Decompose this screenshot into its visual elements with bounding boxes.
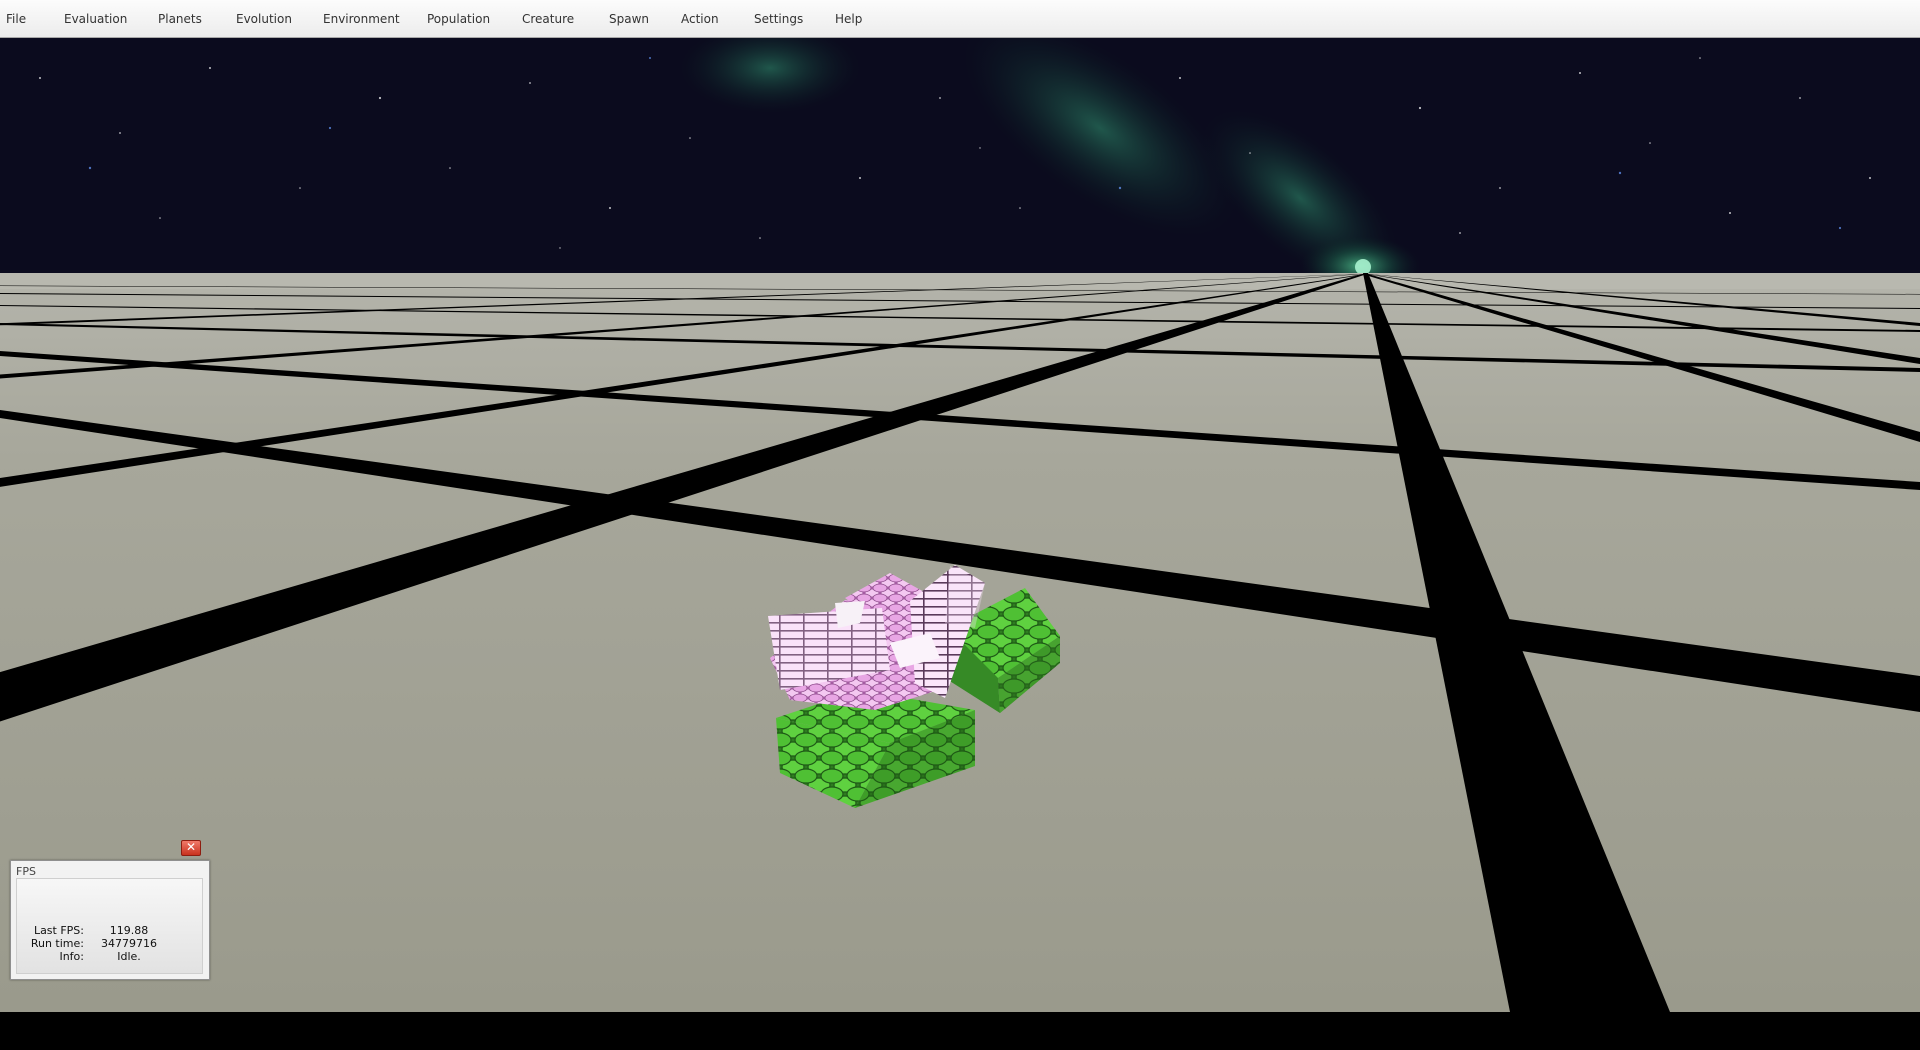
menu-file[interactable]: File [6, 0, 26, 38]
menu-action[interactable]: Action [681, 0, 719, 38]
menu-population[interactable]: Population [427, 0, 490, 38]
menu-spawn[interactable]: Spawn [609, 0, 649, 38]
menu-evolution[interactable]: Evolution [236, 0, 292, 38]
menu-environment[interactable]: Environment [323, 0, 400, 38]
menu-creature[interactable]: Creature [522, 0, 574, 38]
menu-bar: File Evaluation Planets Evolution Environmen… [0, 0, 1920, 38]
fps-value: Idle. [117, 950, 141, 963]
fps-label: Run time: [30, 937, 84, 950]
menu-settings[interactable]: Settings [754, 0, 803, 38]
menu-help[interactable]: Help [835, 0, 862, 38]
close-icon[interactable]: ✕ [181, 840, 201, 856]
fps-value: 34779716 [101, 937, 157, 950]
fps-value: 119.88 [109, 924, 149, 937]
bottom-black-band [0, 1012, 1920, 1050]
fps-label: Info: [59, 950, 84, 963]
fps-panel: FPS Last FPS: 119.88 Run time: 34779716 … [10, 860, 210, 980]
fps-panel-title: FPS [16, 865, 36, 878]
3d-viewport[interactable] [0, 38, 1920, 1012]
fps-panel-content: Last FPS: 119.88 Run time: 34779716 Info… [16, 878, 203, 974]
menu-planets[interactable]: Planets [158, 0, 202, 38]
fps-label: Last FPS: [33, 924, 84, 937]
menu-evaluation[interactable]: Evaluation [64, 0, 127, 38]
